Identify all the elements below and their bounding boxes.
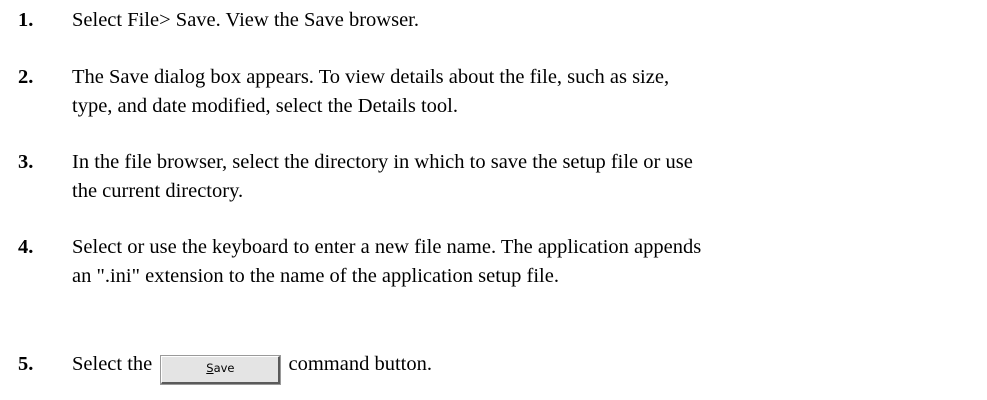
step-text-line: The Save dialog box appears. To view det… xyxy=(72,66,670,88)
step-text: Select or use the keyboard to enter a ne… xyxy=(72,233,972,291)
step-number: 5. xyxy=(18,353,34,375)
step-text: Select the Save command button. xyxy=(72,350,972,385)
step-number: 4. xyxy=(18,236,34,258)
step-text: The Save dialog box appears. To view det… xyxy=(72,63,972,121)
step-text-line: Select or use the keyboard to enter a ne… xyxy=(72,236,702,258)
step-text-line: Select File> Save. View the Save browser… xyxy=(72,9,419,31)
step-text-line: an ".ini" extension to the name of the a… xyxy=(72,265,559,287)
step-text-line: In the file browser, select the director… xyxy=(72,151,693,173)
save-button[interactable]: Save xyxy=(160,355,282,385)
step-number: 2. xyxy=(18,66,34,88)
instruction-steps: 1. Select File> Save. View the Save brow… xyxy=(0,0,987,400)
save-button-label-rest: ave xyxy=(213,361,235,375)
step-number: 3. xyxy=(18,151,34,173)
step-number: 1. xyxy=(18,9,34,31)
step-text-after: command button. xyxy=(288,353,432,375)
step-text: Select File> Save. View the Save browser… xyxy=(72,6,972,35)
step-text-line: the current directory. xyxy=(72,180,244,202)
save-button-accel: S xyxy=(206,361,214,375)
step-text-line: type, and date modified, select the Deta… xyxy=(72,95,458,117)
step-text: In the file browser, select the director… xyxy=(72,148,972,206)
step-text-before: Select the xyxy=(72,353,153,375)
